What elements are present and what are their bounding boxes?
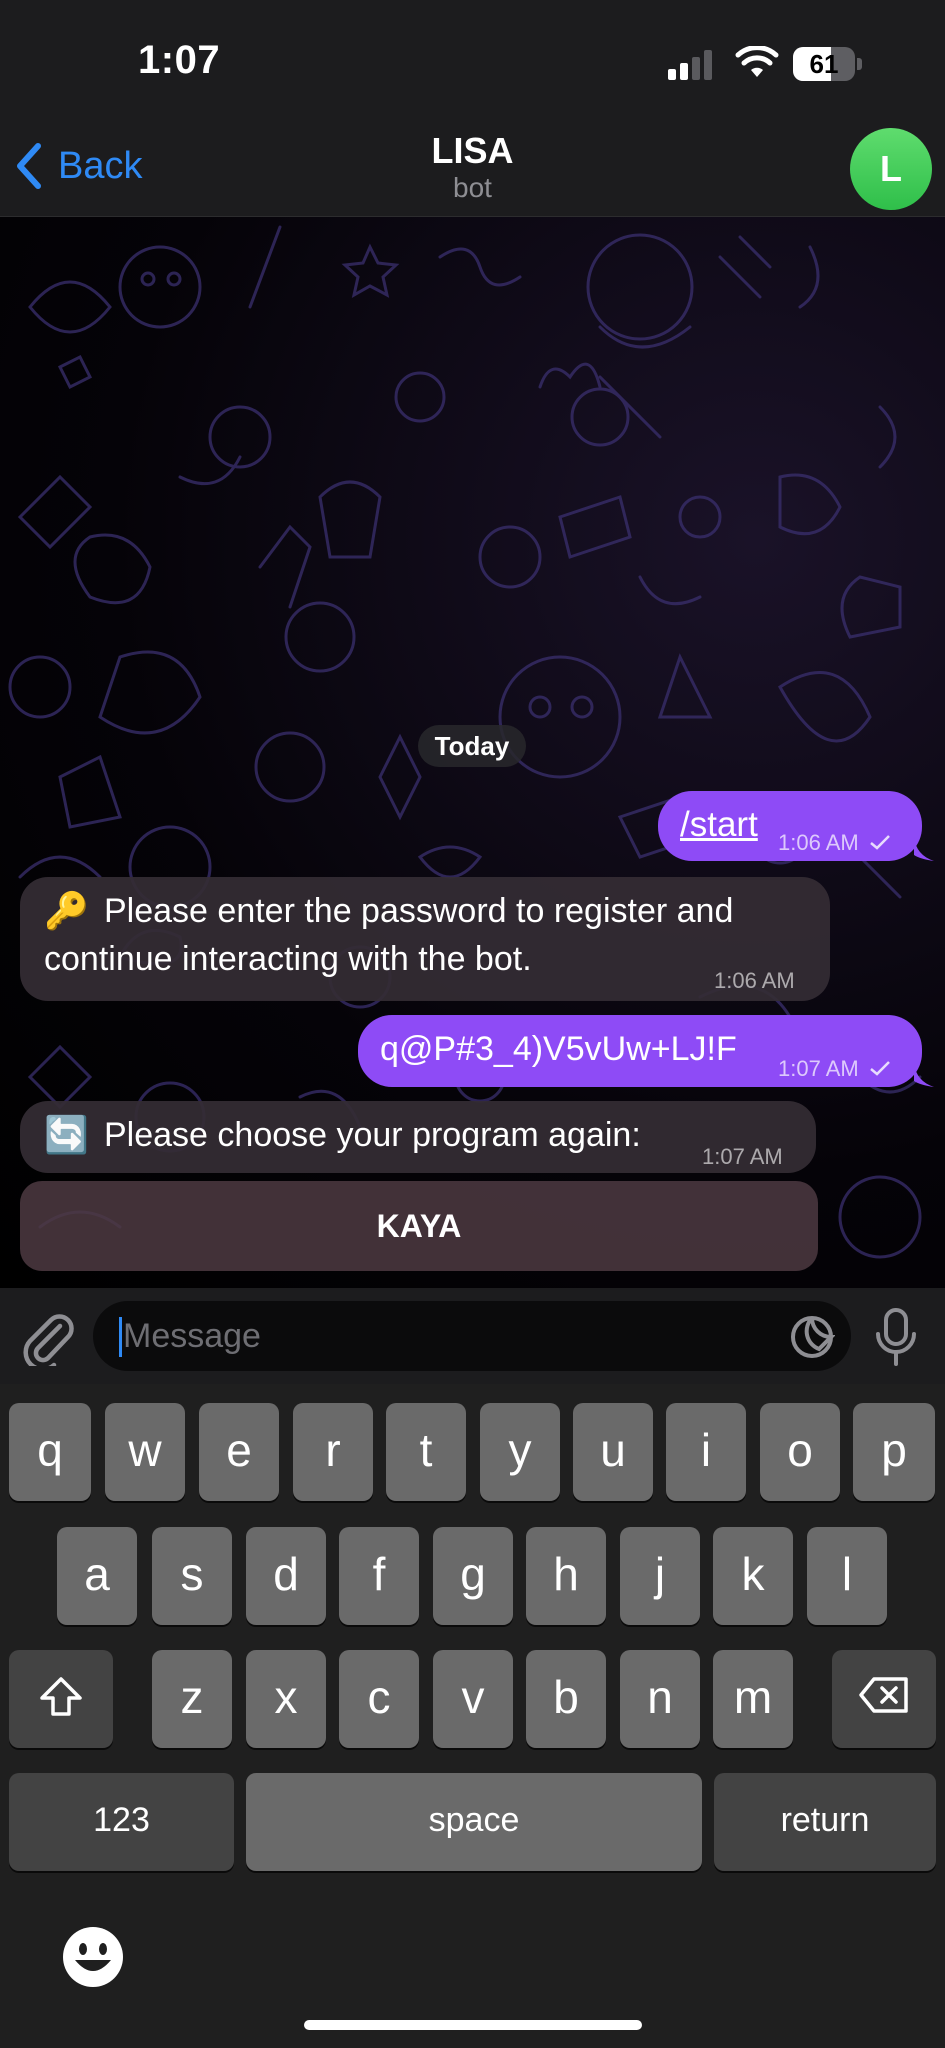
status-time: 1:07 <box>138 38 221 82</box>
battery-indicator: 61 <box>793 47 863 81</box>
paperclip-icon[interactable] <box>20 1306 76 1366</box>
message-bubble-incoming[interactable]: 🔑 Please enter the password to register … <box>20 877 830 1001</box>
home-indicator <box>304 2020 642 2030</box>
bubble-tail <box>914 1063 934 1087</box>
key-r[interactable]: r <box>293 1403 373 1501</box>
key-a[interactable]: a <box>57 1527 137 1625</box>
message-placeholder: Message <box>123 1317 261 1355</box>
status-bar: 1:07 61 <box>0 0 945 130</box>
wifi-icon <box>735 46 779 77</box>
space-key[interactable]: space <box>246 1773 702 1871</box>
key-x[interactable]: x <box>246 1650 326 1748</box>
return-key[interactable]: return <box>714 1773 936 1871</box>
key-y[interactable]: y <box>480 1403 560 1501</box>
message-timestamp: 1:06 AM <box>778 819 891 867</box>
avatar[interactable]: L <box>850 128 932 210</box>
key-e[interactable]: e <box>199 1403 279 1501</box>
emoji-keyboard-icon[interactable] <box>60 1924 126 1990</box>
system-keyboard: q w e r t y u i o p a s d f g h j k l z … <box>0 1384 945 2048</box>
message-text: Please choose your program again: <box>104 1116 641 1154</box>
key-d[interactable]: d <box>246 1527 326 1625</box>
sticker-icon[interactable] <box>789 1314 835 1360</box>
chat-subtitle: bot <box>453 172 492 203</box>
numbers-key[interactable]: 123 <box>9 1773 234 1871</box>
shift-key[interactable] <box>9 1650 113 1748</box>
message-text: q@P#3_4)V5vUw+LJ!F <box>380 1030 737 1068</box>
message-timestamp: 1:07 AM <box>778 1045 891 1093</box>
message-input[interactable]: Message <box>93 1301 851 1371</box>
message-input-bar: Message <box>0 1288 945 1384</box>
bubble-tail <box>914 837 934 861</box>
message-timestamp: 1:07 AM <box>702 1144 783 1169</box>
key-s[interactable]: s <box>152 1527 232 1625</box>
inline-keyboard-button-kaya[interactable]: KAYA <box>20 1181 818 1271</box>
text-caret <box>119 1317 122 1357</box>
key-m[interactable]: m <box>713 1650 793 1748</box>
message-bubble-incoming[interactable]: 🔄 Please choose your program again: 1:07… <box>20 1101 816 1173</box>
key-c[interactable]: c <box>339 1650 419 1748</box>
key-k[interactable]: k <box>713 1527 793 1625</box>
battery-percentage: 61 <box>809 49 839 79</box>
microphone-icon[interactable] <box>873 1306 919 1368</box>
key-g[interactable]: g <box>433 1527 513 1625</box>
read-check-icon <box>870 1061 890 1076</box>
read-check-icon <box>870 835 890 850</box>
key-f[interactable]: f <box>339 1527 419 1625</box>
command-link[interactable]: /start <box>680 801 758 849</box>
key-w[interactable]: w <box>105 1403 185 1501</box>
key-u[interactable]: u <box>573 1403 653 1501</box>
key-o[interactable]: o <box>760 1403 840 1501</box>
backspace-icon <box>859 1677 908 1713</box>
key-i[interactable]: i <box>666 1403 746 1501</box>
key-n[interactable]: n <box>620 1650 700 1748</box>
message-text: Please enter the password to register an… <box>104 892 734 930</box>
key-q[interactable]: q <box>9 1403 91 1501</box>
key-v[interactable]: v <box>433 1650 513 1748</box>
key-t[interactable]: t <box>386 1403 466 1501</box>
chat-header: Back LISA bot L <box>0 128 945 217</box>
key-h[interactable]: h <box>526 1527 606 1625</box>
key-emoji-icon: 🔑 <box>44 890 89 931</box>
key-z[interactable]: z <box>152 1650 232 1748</box>
key-p[interactable]: p <box>853 1403 935 1501</box>
key-j[interactable]: j <box>620 1527 700 1625</box>
chat-area[interactable]: Today /start 1:06 AM 🔑 Please enter the … <box>0 217 945 1288</box>
key-l[interactable]: l <box>807 1527 887 1625</box>
chat-title[interactable]: LISA <box>0 130 945 172</box>
date-separator: Today <box>418 725 526 767</box>
refresh-emoji-icon: 🔄 <box>44 1114 89 1155</box>
message-timestamp: 1:06 AM <box>714 968 795 993</box>
cellular-signal-icon <box>668 50 712 80</box>
delete-key[interactable] <box>832 1650 936 1748</box>
message-bubble-outgoing[interactable]: /start 1:06 AM <box>658 791 934 861</box>
message-text: continue interacting with the bot. <box>44 940 532 978</box>
message-bubble-outgoing[interactable]: q@P#3_4)V5vUw+LJ!F 1:07 AM <box>358 1015 934 1087</box>
shift-arrow-icon <box>40 1677 82 1716</box>
key-b[interactable]: b <box>526 1650 606 1748</box>
